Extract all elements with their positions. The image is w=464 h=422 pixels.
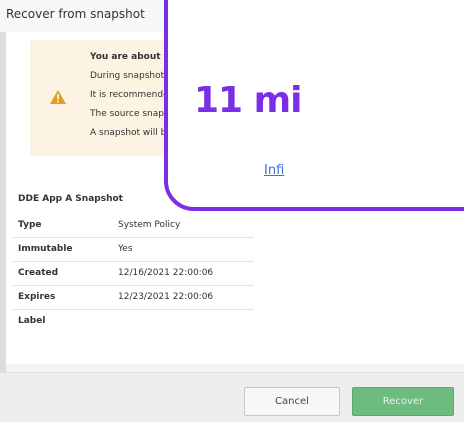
overlay-big-text: 11 mi: [194, 80, 302, 121]
warning-line: You are about to: [90, 52, 175, 62]
warning-text: You are about to During snapshot It is r…: [90, 48, 174, 143]
detail-key: Expires: [18, 292, 56, 302]
dialog-title: Recover from snapshot: [6, 7, 145, 21]
detail-key: Type: [18, 220, 42, 230]
cancel-button[interactable]: Cancel: [244, 387, 340, 416]
detail-key: Immutable: [18, 244, 73, 254]
warning-line: The source snaps: [90, 109, 169, 119]
detail-key: Label: [18, 316, 46, 326]
warning-line: It is recommende: [90, 90, 169, 100]
recover-button[interactable]: Recover: [352, 387, 454, 416]
detail-row-immutable: Immutable Yes: [12, 238, 254, 262]
detail-row-label: Label: [12, 310, 254, 333]
snapshot-details: Type System Policy Immutable Yes Created…: [12, 214, 254, 333]
detail-value: System Policy: [118, 220, 181, 230]
warning-line: During snapshot: [90, 71, 165, 81]
detail-value: 12/23/2021 22:00:06: [118, 292, 214, 302]
detail-value: Yes: [118, 244, 133, 254]
warning-line: A snapshot will be: [90, 128, 172, 138]
detail-row-type: Type System Policy: [12, 214, 254, 238]
warning-triangle-icon: [50, 90, 66, 104]
detail-row-created: Created 12/16/2021 22:00:06: [12, 262, 254, 286]
detail-key: Created: [18, 268, 59, 278]
overlay-link[interactable]: Infi: [264, 163, 284, 178]
dialog-footer: Cancel Recover: [0, 372, 464, 422]
detail-value: 12/16/2021 22:00:06: [118, 268, 214, 278]
screen: Recover from snapshot You are about to D…: [0, 0, 464, 422]
detail-row-expires: Expires 12/23/2021 22:00:06: [12, 286, 254, 310]
snapshot-title: DDE App A Snapshot: [18, 194, 123, 204]
